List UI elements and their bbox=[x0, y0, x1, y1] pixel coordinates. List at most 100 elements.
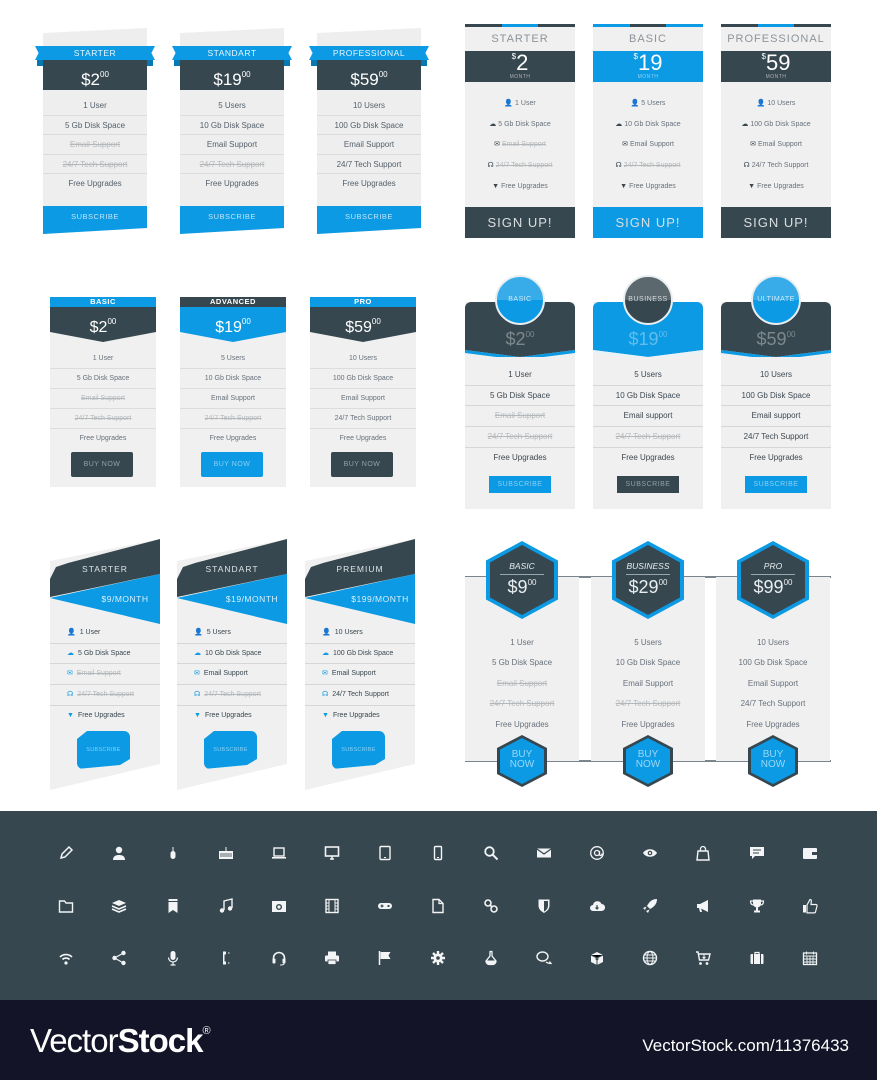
plan-name: STANDART bbox=[205, 564, 259, 574]
feature-list: 10 Users 100 Gb Disk Space Email Support 24… bbox=[310, 349, 416, 449]
sign-up-button[interactable]: SIGN UP! bbox=[465, 207, 575, 238]
plan-name: BASIC bbox=[508, 296, 532, 303]
feature-item: 5 Gb Disk Space bbox=[491, 658, 553, 668]
feature-text: 24/7 Tech Support bbox=[332, 691, 389, 699]
keyboard-icon bbox=[211, 838, 241, 868]
feature-item: 5 Users bbox=[180, 349, 286, 369]
eye-icon bbox=[635, 838, 665, 868]
price-amount: $2 bbox=[89, 319, 108, 336]
buy-now-button[interactable]: BUY NOW bbox=[748, 735, 798, 787]
plan-price: $5900 bbox=[721, 329, 831, 350]
registered-mark: ® bbox=[202, 1025, 210, 1037]
pricing-card: STANDART $1900 5 Users 10 Gb Disk Space Emai… bbox=[172, 28, 292, 234]
price-period: MONTH bbox=[509, 74, 531, 80]
pricing-card: STARTER $200 1 User 5 Gb Disk Space Email Su… bbox=[35, 28, 155, 234]
feature-item: ☊ 24/7 Tech Support bbox=[465, 156, 575, 177]
price-cents: 00 bbox=[371, 317, 381, 326]
pricing-card: STANDART $19/MONTH 👤 5 Users ☁ 10 Gb Disk Spa… bbox=[177, 539, 287, 790]
feature-item: Email Support bbox=[496, 678, 548, 688]
feature-text: 24/7 Tech Support bbox=[204, 691, 261, 699]
subscribe-button[interactable]: SUBSCRIBE bbox=[489, 476, 551, 493]
feature-item: 10 Users bbox=[310, 349, 416, 369]
cloud-icon: ☁ bbox=[489, 120, 497, 128]
feature-item: ▼ Free Upgrades bbox=[50, 706, 160, 727]
subscribe-button[interactable]: SUBSCRIBE bbox=[43, 206, 147, 234]
feature-list: 5 Users 10 Gb Disk Space Email Support 24/7… bbox=[180, 349, 286, 449]
feature-item: 24/7 Tech Support bbox=[180, 409, 286, 429]
subscribe-button[interactable]: SUBSCRIBE bbox=[332, 731, 385, 769]
feature-item: ✉ Email Support bbox=[721, 135, 831, 156]
price-cents: 00 bbox=[783, 578, 793, 587]
feature-item: 👤 1 User bbox=[50, 623, 160, 644]
ribbon-fold bbox=[421, 60, 427, 66]
feature-list: 10 Users 100 Gb Disk Space Email support 24… bbox=[721, 365, 831, 468]
plan-name: PROFESSIONAL bbox=[727, 33, 825, 45]
button-line: NOW bbox=[635, 759, 661, 770]
feature-text: Free Upgrades bbox=[501, 182, 548, 190]
plan-badge: BUSINESS bbox=[623, 275, 673, 325]
plan-name: BASIC bbox=[628, 33, 667, 45]
pricing-card: BASIC $200 1 User 5 Gb Disk Space Email Supp… bbox=[50, 297, 156, 487]
microphone-icon bbox=[158, 943, 188, 973]
feature-item: Free Upgrades bbox=[495, 719, 549, 729]
price-amount: $19 bbox=[213, 70, 242, 89]
feature-text: Email Support bbox=[203, 670, 248, 678]
brand-bold: Stock bbox=[117, 1022, 204, 1059]
feature-item: 1 User bbox=[50, 349, 156, 369]
flag-icon bbox=[370, 943, 400, 973]
feature-item: ▼ Free Upgrades bbox=[593, 177, 703, 198]
plan-name: PRO bbox=[310, 297, 416, 307]
feature-text: Free Upgrades bbox=[77, 711, 125, 719]
buy-now-button[interactable]: BUY NOW bbox=[497, 735, 547, 787]
feature-list: 1 User 5 Gb Disk Space Email Support 24/7 T… bbox=[465, 365, 575, 468]
price-amount: 59 bbox=[765, 50, 791, 75]
sign-up-button[interactable]: SIGN UP! bbox=[721, 207, 831, 238]
plan-hexagon-badge: BUSINESS $2900 bbox=[612, 541, 684, 619]
feature-item: Free Upgrades bbox=[493, 452, 547, 462]
feature-item: Free Upgrades bbox=[746, 719, 800, 729]
subscribe-button[interactable]: SUBSCRIBE bbox=[317, 206, 421, 234]
pricing-card: BUSINESS $2900 5 Users 10 Gb Disk Space Emai… bbox=[591, 541, 705, 787]
pricing-card: ULTIMATE $5900 10 Users 100 Gb Disk Space Em… bbox=[721, 275, 831, 509]
mail-icon: ✉ bbox=[750, 141, 756, 149]
feature-item: 24/7 Tech Support bbox=[317, 155, 421, 174]
feature-text: 1 User bbox=[79, 629, 101, 636]
feature-text: 10 Users bbox=[334, 629, 363, 636]
pricing-card: ADVANCED $1900 5 Users 10 Gb Disk Space Emai… bbox=[180, 297, 286, 487]
feature-text: 10 Gb Disk Space bbox=[205, 649, 262, 657]
cloud-icon: ☁ bbox=[194, 649, 201, 657]
plan-price: $1900 bbox=[180, 307, 286, 342]
link-icon bbox=[476, 891, 506, 921]
feature-item: ☁ 100 Gb Disk Space bbox=[305, 644, 415, 665]
feature-item: 👤 10 Users bbox=[721, 94, 831, 115]
layers-icon bbox=[104, 891, 134, 921]
feature-item: Free Upgrades bbox=[749, 452, 803, 462]
headset-icon: ☊ bbox=[194, 691, 201, 699]
buy-now-button[interactable]: BUY NOW bbox=[71, 452, 133, 477]
feature-item: 5 Users bbox=[593, 365, 703, 386]
feature-item: Email support bbox=[593, 406, 703, 428]
shield-icon bbox=[529, 891, 559, 921]
buy-now-button[interactable]: BUY NOW bbox=[201, 452, 263, 477]
feature-item: Email Support bbox=[465, 406, 575, 428]
feature-item: Free Upgrades bbox=[621, 719, 675, 729]
feature-item: ✉ Email Support bbox=[50, 664, 160, 686]
tablet-icon bbox=[370, 838, 400, 868]
gift-icon: ▼ bbox=[492, 182, 500, 190]
subscribe-button[interactable]: SUBSCRIBE bbox=[180, 206, 284, 234]
buy-now-button[interactable]: BUY NOW bbox=[331, 452, 393, 477]
cloud-icon: ☁ bbox=[322, 649, 329, 657]
price-amount: $19 bbox=[215, 319, 242, 336]
plan-price: $200 bbox=[43, 60, 147, 90]
subscribe-button[interactable]: SUBSCRIBE bbox=[617, 476, 679, 493]
subscribe-button[interactable]: SUBSCRIBE bbox=[77, 731, 130, 769]
buy-now-button[interactable]: BUY NOW bbox=[623, 735, 673, 787]
price-amount: $99 bbox=[753, 577, 784, 597]
subscribe-button[interactable]: SUBSCRIBE bbox=[204, 731, 257, 769]
feature-text: Email Support bbox=[331, 670, 376, 678]
subscribe-button[interactable]: SUBSCRIBE bbox=[745, 476, 807, 493]
feature-item: 1 User bbox=[43, 96, 147, 116]
feature-item: 24/7 Tech Support bbox=[465, 427, 575, 448]
sign-up-button[interactable]: SIGN UP! bbox=[593, 207, 703, 238]
user-icon: 👤 bbox=[322, 629, 331, 636]
